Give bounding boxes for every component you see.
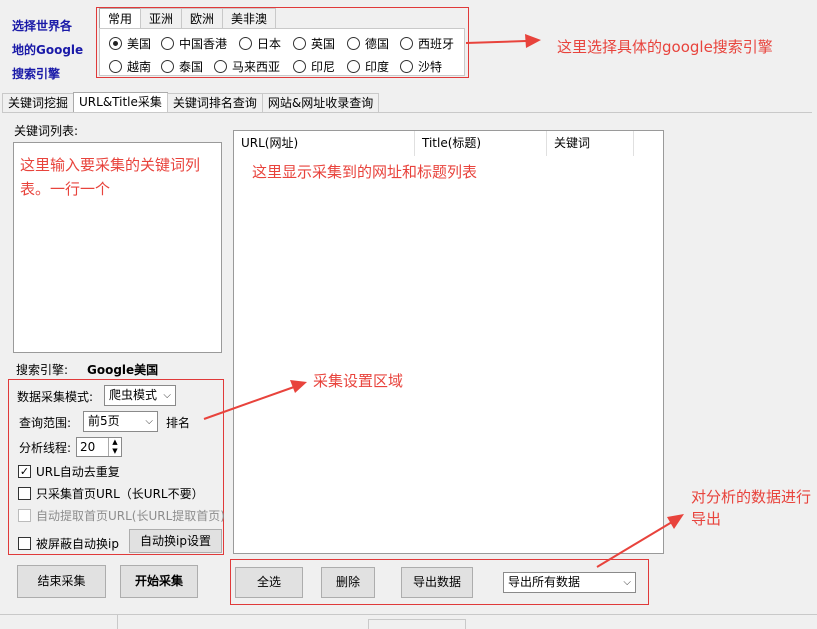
arrow-icon bbox=[596, 514, 684, 568]
status-divider bbox=[117, 615, 118, 629]
arrow-icon bbox=[465, 34, 541, 48]
status-bar bbox=[0, 614, 817, 629]
arrow-icon bbox=[203, 380, 307, 420]
annotation-arrows bbox=[203, 34, 684, 568]
